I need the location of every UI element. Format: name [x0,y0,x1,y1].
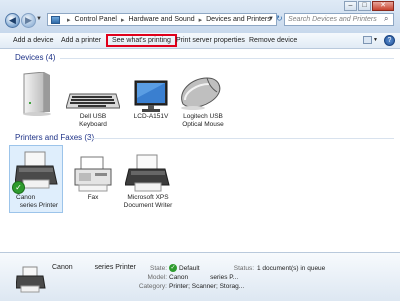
default-checkmark-icon: ✓ [12,181,25,194]
command-bar: Add a device Add a printer See what's pr… [0,33,400,49]
device-tile-drive[interactable] [20,71,54,118]
maximize-button[interactable]: □ [358,1,371,11]
device-label-keyboard: Dell USB Keyboard [79,113,107,128]
printer-tile-xps[interactable] [124,153,171,195]
title-bar: – □ ✕ ◀ ▶ ▼ ▸ Control Panel ▸ Hardware a… [0,0,400,34]
remove-device-button[interactable]: Remove device [249,37,297,44]
crumb-separator: ▸ [120,16,125,24]
crumb-separator: ▸ [67,16,71,24]
device-label-monitor: LCD-A151V [133,113,169,120]
add-printer-button[interactable]: Add a printer [61,37,101,44]
device-tile-keyboard[interactable] [65,92,121,114]
fax-icon [74,156,112,192]
xps-printer-icon [124,154,170,192]
details-model-label: Model: [147,274,167,281]
breadcrumb-hardware-and-sound[interactable]: Hardware and Sound [128,16,194,23]
details-status-label: Status: [233,265,254,272]
search-icon[interactable]: ⌕ [384,14,388,24]
details-pane: Canon series Printer State: ✓ Default Sta… [0,252,400,301]
device-tile-mouse[interactable] [177,74,223,116]
printer-tile-fax[interactable] [73,155,113,195]
default-check-icon: ✓ [169,264,177,272]
device-tile-monitor[interactable] [134,80,168,116]
breadcrumb-devices-and-printers[interactable]: Devices and Printers [206,16,271,23]
control-panel-icon [51,15,60,24]
details-category-value: Printer; Scanner; Storag... [169,283,245,290]
keyboard-icon [65,93,121,109]
printer-label-canon: Canon series Printer [16,194,58,209]
group-divider [90,138,394,139]
add-device-button[interactable]: Add a device [13,37,53,44]
mouse-icon [181,77,221,110]
printers-group-header[interactable]: Printers and Faxes (3) [15,133,94,142]
group-divider [60,58,394,59]
close-button[interactable]: ✕ [372,1,394,11]
details-model-value: Canon series P... [169,274,239,281]
address-bar[interactable]: ▸ Control Panel ▸ Hardware and Sound ▸ D… [47,13,277,26]
print-server-properties-button[interactable]: Print server properties [176,37,245,44]
details-state-label: State: [150,265,167,272]
details-status-value: 1 document(s) in queue [257,265,326,272]
view-dropdown-icon[interactable]: ▼ [373,37,378,43]
details-state-value: Default [179,265,200,272]
printer-label-xps: Microsoft XPS Document Writer [123,194,173,209]
help-icon[interactable]: ? [384,35,395,46]
devices-group-header[interactable]: Devices (4) [15,53,55,62]
back-button[interactable]: ◀ [5,13,20,28]
minimize-button[interactable]: – [344,1,357,11]
crumb-separator: ▸ [198,16,203,24]
history-dropdown-icon[interactable]: ▼ [36,16,42,22]
back-arrow-icon: ◀ [9,15,16,25]
printer-label-fax: Fax [87,194,99,201]
details-printer-icon [15,265,46,297]
address-dropdown-icon[interactable]: ▼ [268,16,274,22]
monitor-icon [134,80,168,112]
search-input[interactable]: Search Devices and Printers [284,13,394,26]
forward-arrow-icon: ▶ [25,15,32,25]
view-options-icon[interactable] [363,36,372,44]
breadcrumb-control-panel[interactable]: Control Panel [75,16,117,23]
details-printer-name: Canon series Printer [52,264,136,271]
details-category-label: Category: [138,283,167,290]
forward-button[interactable]: ▶ [21,13,36,28]
see-whats-printing-button[interactable]: See what's printing [106,34,177,47]
external-drive-icon [23,71,51,116]
device-label-mouse: Logitech USB Optical Mouse [182,113,224,128]
